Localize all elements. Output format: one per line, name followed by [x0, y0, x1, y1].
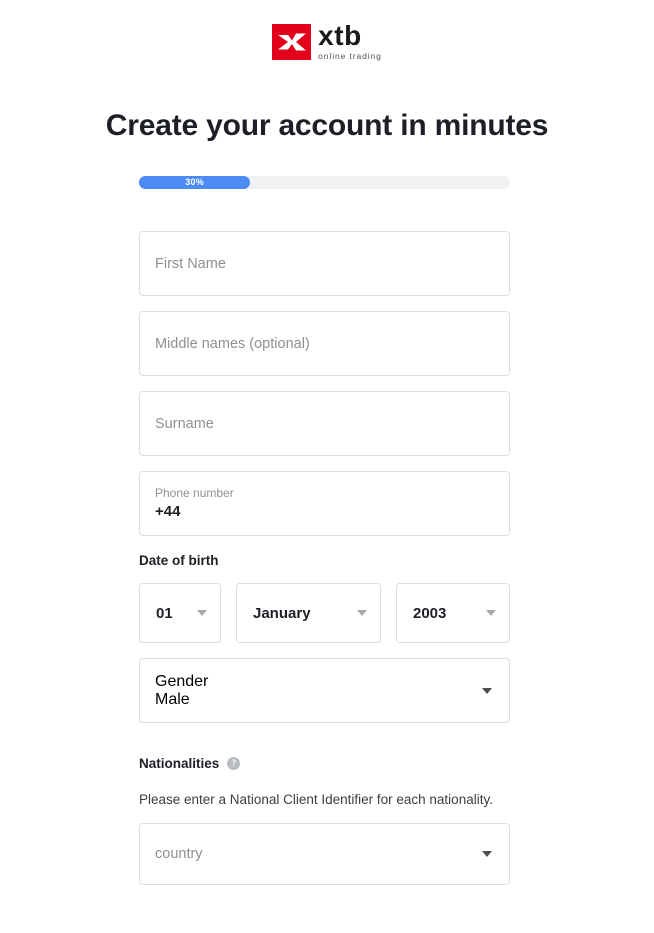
- phone-number-value: +44: [155, 503, 181, 520]
- first-name-field[interactable]: First Name: [139, 231, 510, 296]
- country-placeholder: country: [155, 846, 203, 862]
- phone-number-label: Phone number: [155, 486, 234, 500]
- surname-field[interactable]: Surname: [139, 391, 510, 456]
- country-select[interactable]: country: [139, 823, 510, 885]
- page-title: Create your account in minutes: [105, 109, 549, 142]
- surname-placeholder: Surname: [155, 415, 214, 432]
- phone-number-field[interactable]: Phone number +44: [139, 471, 510, 536]
- logo-group: xtb online trading: [272, 22, 382, 61]
- signup-page: xtb online trading Create your account i…: [0, 0, 654, 933]
- progress-fill: 30%: [139, 176, 251, 189]
- progress-percent-label: 30%: [185, 177, 205, 187]
- dob-month-select[interactable]: January: [236, 583, 381, 643]
- xtb-arrow-icon: [272, 23, 312, 60]
- dob-day-value: 01: [156, 604, 173, 622]
- logo-tagline: online trading: [318, 51, 382, 61]
- nationalities-description: Please enter a National Client Identifie…: [139, 792, 493, 807]
- dob-month-value: January: [253, 604, 311, 622]
- gender-inner: Gender Male: [155, 673, 482, 709]
- chevron-down-icon: [486, 610, 496, 616]
- chevron-down-icon: [482, 687, 492, 694]
- question-mark-icon[interactable]: ?: [227, 757, 241, 770]
- nationalities-header: Nationalities ?: [139, 756, 510, 771]
- date-of-birth-row: 01 January 2003: [139, 583, 510, 643]
- brand-logo: xtb online trading: [0, 22, 654, 61]
- registration-form: First Name Middle names (optional) Surna…: [139, 231, 510, 885]
- dob-year-select[interactable]: 2003: [396, 583, 510, 643]
- dob-day-select[interactable]: 01: [139, 583, 221, 643]
- logo-word: xtb: [318, 20, 362, 51]
- gender-value: Male: [155, 690, 190, 708]
- middle-names-placeholder: Middle names (optional): [155, 335, 310, 352]
- logo-wordmark: xtb online trading: [318, 20, 382, 62]
- signup-progress-bar: 30%: [139, 176, 510, 189]
- chevron-down-icon: [197, 610, 207, 616]
- chevron-down-icon: [357, 610, 367, 616]
- chevron-down-icon: [482, 851, 492, 857]
- date-of-birth-label: Date of birth: [139, 553, 219, 568]
- dob-year-value: 2003: [413, 604, 447, 622]
- nationalities-title: Nationalities: [139, 756, 220, 771]
- gender-label: Gender: [155, 672, 209, 690]
- first-name-placeholder: First Name: [155, 255, 226, 272]
- middle-names-field[interactable]: Middle names (optional): [139, 311, 510, 376]
- gender-select[interactable]: Gender Male: [139, 658, 510, 723]
